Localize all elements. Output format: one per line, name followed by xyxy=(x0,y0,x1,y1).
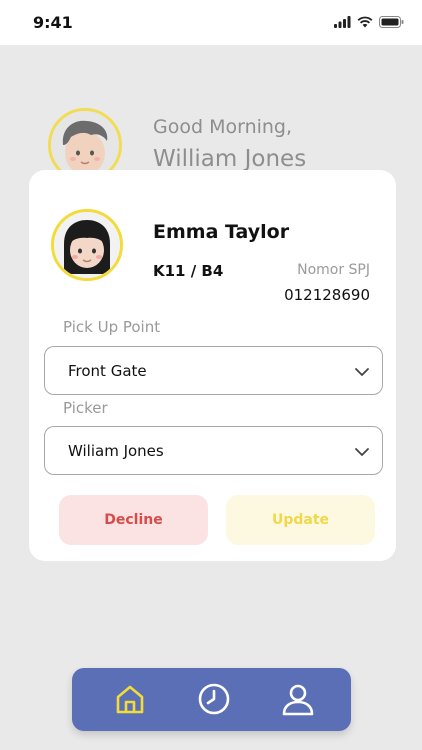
battery-icon xyxy=(379,16,404,28)
pickup-point-select[interactable]: Front Gate xyxy=(44,346,383,395)
nav-profile[interactable] xyxy=(281,682,315,716)
picker-label: Picker xyxy=(63,399,108,417)
pickup-point-value: Front Gate xyxy=(68,362,147,380)
home-icon xyxy=(116,685,144,714)
parent-name: William Jones xyxy=(153,146,307,172)
student-avatar-illustration xyxy=(54,212,120,278)
spj-label: Nomor SPJ xyxy=(297,262,370,278)
picker-value: Wiliam Jones xyxy=(68,442,164,460)
profile-icon xyxy=(282,684,314,716)
status-time: 9:41 xyxy=(33,13,73,32)
pickup-card: Emma Taylor K11 / B4 Nomor SPJ 012128690… xyxy=(29,170,396,561)
wifi-icon xyxy=(357,16,373,28)
picker-select[interactable]: Wiliam Jones xyxy=(44,426,383,475)
status-bar: 9:41 xyxy=(0,0,422,45)
greeting-text: Good Morning, xyxy=(153,116,293,138)
update-button[interactable]: Update xyxy=(226,495,375,545)
parent-avatar-illustration xyxy=(51,111,119,179)
nav-home[interactable] xyxy=(113,682,147,716)
chevron-down-icon xyxy=(355,448,369,456)
bottom-navigation xyxy=(72,668,351,731)
student-name: Emma Taylor xyxy=(153,221,290,243)
chevron-down-icon xyxy=(355,368,369,376)
clock-icon xyxy=(198,683,230,715)
student-class: K11 / B4 xyxy=(153,262,224,280)
signal-icon xyxy=(334,16,351,28)
decline-button[interactable]: Decline xyxy=(59,495,208,545)
spj-number: 012128690 xyxy=(284,286,370,304)
status-icons xyxy=(334,16,404,28)
nav-history[interactable] xyxy=(197,682,231,716)
student-avatar xyxy=(51,209,123,281)
pickup-point-label: Pick Up Point xyxy=(63,318,161,336)
